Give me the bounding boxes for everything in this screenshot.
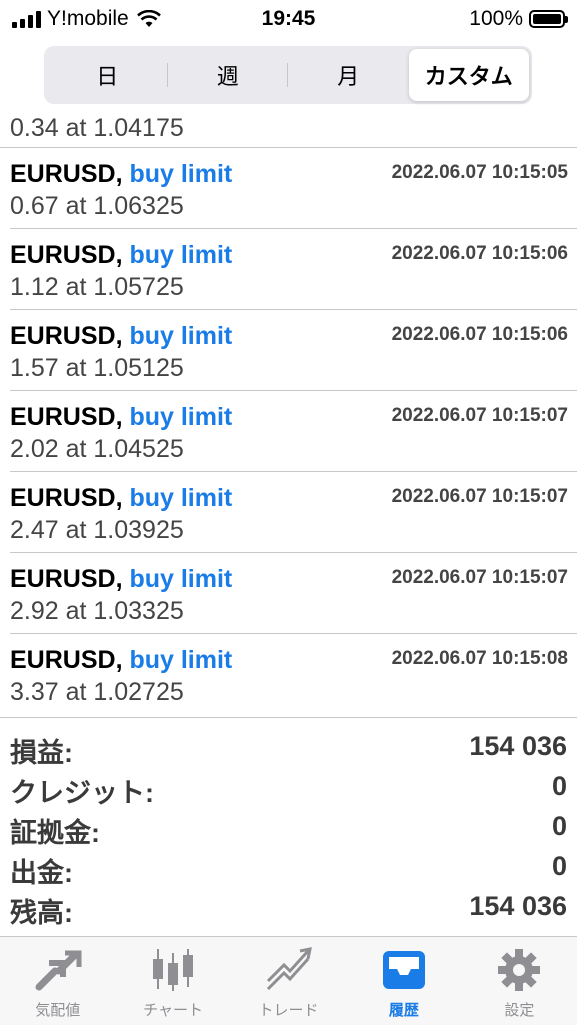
- order-type: buy limit: [129, 646, 233, 674]
- segment-week[interactable]: 週: [168, 49, 289, 101]
- order-symbol: EURUSD,: [10, 565, 123, 593]
- tab-label: 気配値: [35, 1002, 81, 1019]
- order-type: buy limit: [129, 241, 233, 269]
- history-icon: [382, 951, 425, 989]
- order-detail: 1.57 at 1.05125: [10, 354, 184, 382]
- order-detail: 3.37 at 1.02725: [10, 678, 184, 706]
- bottom-tab-bar: 気配値 チャート トレード 履歴 設定: [0, 936, 577, 1025]
- quotes-icon: [35, 950, 82, 991]
- order-symbol: EURUSD,: [10, 646, 123, 674]
- order-symbol: EURUSD,: [10, 484, 123, 512]
- order-type: buy limit: [129, 565, 233, 593]
- segment-custom[interactable]: カスタム: [408, 49, 529, 101]
- order-detail: 2.02 at 1.04525: [10, 435, 184, 463]
- order-symbol: EURUSD,: [10, 160, 123, 188]
- order-symbol: EURUSD,: [10, 322, 123, 350]
- order-time: 2022.06.07 10:15:05: [391, 162, 568, 183]
- summary-label: 出金:: [10, 858, 73, 888]
- order-type: buy limit: [129, 403, 233, 431]
- summary-value: 154 036: [469, 891, 567, 921]
- order-row[interactable]: EURUSD, buy limit 2022.06.07 10:15:07 2.…: [10, 553, 577, 634]
- account-summary: 損益: 154 036 クレジット: 0 証拠金: 0 出金: 0 残高: 15…: [0, 727, 577, 928]
- tab-quotes[interactable]: 気配値: [0, 937, 115, 1025]
- order-time: 2022.06.07 10:15:07: [391, 405, 568, 426]
- tab-history[interactable]: 履歴: [346, 937, 461, 1025]
- orders-list: 0.34 at 1.04175 EURUSD, buy limit 2022.0…: [0, 113, 577, 714]
- order-row[interactable]: EURUSD, buy limit 2022.06.07 10:15:08 3.…: [10, 634, 577, 714]
- order-detail: 1.12 at 1.05725: [10, 273, 184, 301]
- order-row[interactable]: EURUSD, buy limit 2022.06.07 10:15:05 0.…: [10, 148, 577, 229]
- summary-divider: [0, 717, 577, 718]
- summary-deposit: 証拠金: 0: [0, 807, 577, 848]
- order-time: 2022.06.07 10:15:07: [391, 567, 568, 588]
- period-segmented-control: 日 週 月 カスタム: [44, 46, 532, 104]
- order-detail: 2.92 at 1.03325: [10, 597, 184, 625]
- tab-label: 設定: [504, 1002, 535, 1019]
- summary-withdrawal: 出金: 0: [0, 847, 577, 888]
- segment-day[interactable]: 日: [47, 49, 168, 101]
- tab-settings[interactable]: 設定: [462, 937, 577, 1025]
- order-detail: 2.47 at 1.03925: [10, 516, 184, 544]
- summary-label: 証拠金:: [10, 818, 100, 848]
- order-detail: 0.34 at 1.04175: [10, 114, 184, 142]
- tab-label: チャート: [143, 1002, 204, 1019]
- order-row[interactable]: EURUSD, buy limit 2022.06.07 10:15:07 2.…: [10, 472, 577, 553]
- order-time: 2022.06.07 10:15:08: [391, 648, 568, 669]
- summary-label: 損益:: [10, 738, 73, 768]
- settings-icon: [498, 949, 541, 991]
- order-detail: 0.67 at 1.06325: [10, 192, 184, 220]
- summary-value: 0: [551, 771, 567, 801]
- summary-profit: 損益: 154 036: [0, 727, 577, 768]
- order-time: 2022.06.07 10:15:07: [391, 486, 568, 507]
- segment-month[interactable]: 月: [288, 49, 409, 101]
- status-bar: Y!mobile 19:45 100%: [0, 0, 577, 38]
- summary-value: 154 036: [469, 731, 567, 761]
- tab-trade[interactable]: トレード: [231, 937, 346, 1025]
- order-type: buy limit: [129, 322, 233, 350]
- partial-order-row[interactable]: 0.34 at 1.04175: [0, 113, 577, 148]
- tab-label: トレード: [258, 1002, 319, 1019]
- summary-label: クレジット:: [10, 778, 154, 808]
- battery-percent: 100%: [469, 7, 523, 30]
- battery-icon: [529, 10, 568, 28]
- summary-value: 0: [551, 851, 567, 881]
- tab-label: 履歴: [388, 1002, 419, 1019]
- order-symbol: EURUSD,: [10, 241, 123, 269]
- order-time: 2022.06.07 10:15:06: [391, 324, 568, 345]
- tab-chart[interactable]: チャート: [115, 937, 230, 1025]
- order-row[interactable]: EURUSD, buy limit 2022.06.07 10:15:06 1.…: [10, 310, 577, 391]
- trade-icon: [266, 947, 312, 991]
- summary-balance: 残高: 154 036: [0, 887, 577, 928]
- order-type: buy limit: [129, 484, 233, 512]
- summary-credit: クレジット: 0: [0, 767, 577, 808]
- order-row[interactable]: EURUSD, buy limit 2022.06.07 10:15:07 2.…: [10, 391, 577, 472]
- order-time: 2022.06.07 10:15:06: [391, 243, 568, 264]
- summary-label: 残高:: [10, 898, 73, 928]
- order-row[interactable]: EURUSD, buy limit 2022.06.07 10:15:06 1.…: [10, 229, 577, 310]
- order-symbol: EURUSD,: [10, 403, 123, 431]
- summary-value: 0: [551, 811, 567, 841]
- order-type: buy limit: [129, 160, 233, 188]
- status-right: 100%: [469, 7, 568, 31]
- chart-icon: [153, 949, 194, 991]
